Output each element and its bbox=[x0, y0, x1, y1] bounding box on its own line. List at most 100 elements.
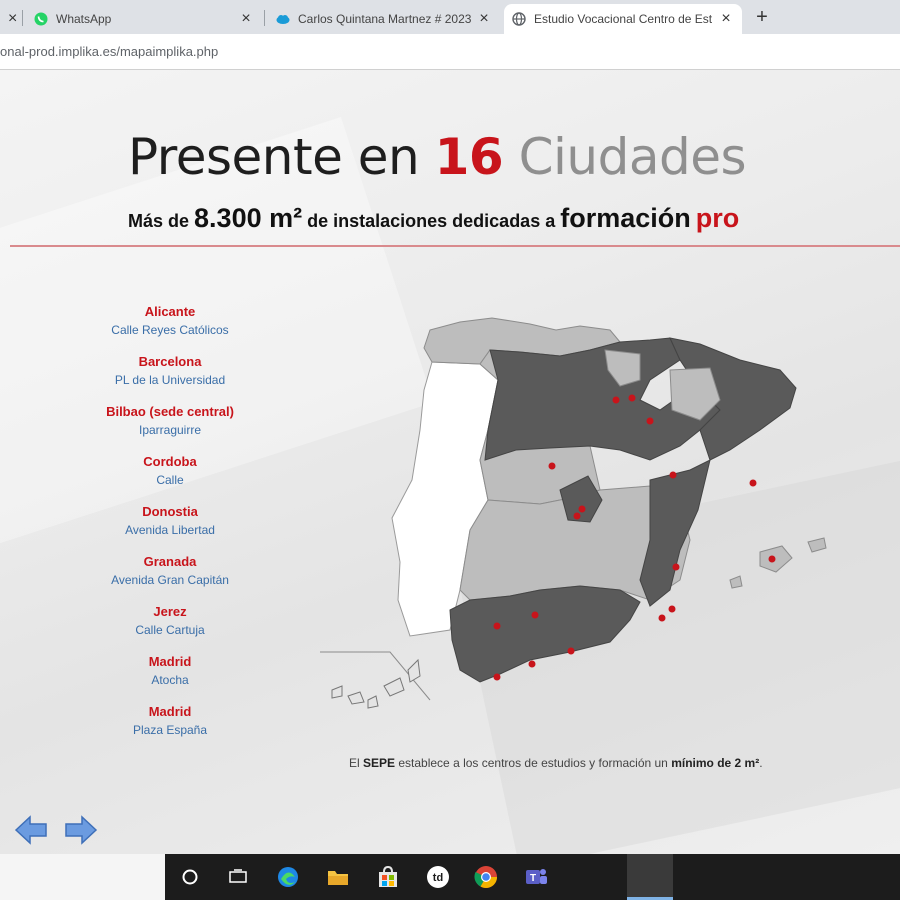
task-view-icon[interactable] bbox=[223, 862, 253, 892]
city-marker bbox=[528, 660, 536, 668]
browser-tab-strip: × WhatsApp × Carlos Quintana Martnez # 2… bbox=[0, 0, 900, 34]
city-name: Donostia bbox=[142, 504, 198, 519]
file-explorer-icon[interactable] bbox=[323, 862, 353, 892]
taskbar-icons: td T bbox=[165, 854, 900, 900]
city-item[interactable]: Jerez Calle Cartuja bbox=[60, 603, 280, 653]
cortana-icon[interactable] bbox=[175, 862, 205, 892]
active-app-highlight bbox=[627, 854, 673, 900]
city-marker bbox=[567, 647, 575, 655]
balearic-islands bbox=[807, 537, 827, 553]
td-app-icon[interactable]: td bbox=[423, 862, 453, 892]
whatsapp-icon bbox=[34, 12, 48, 26]
tab-previous-close[interactable]: × bbox=[0, 4, 20, 34]
city-marker bbox=[672, 563, 680, 571]
chrome-icon[interactable] bbox=[471, 862, 501, 892]
tab-label: WhatsApp bbox=[56, 12, 112, 26]
city-name: Cordoba bbox=[143, 454, 197, 469]
arrow-left-icon bbox=[14, 815, 47, 845]
region-dark bbox=[449, 585, 641, 683]
city-item[interactable]: Bilbao (sede central) Iparraguirre bbox=[60, 403, 280, 453]
canary-islands bbox=[331, 658, 421, 709]
taskbar: td T bbox=[0, 854, 900, 900]
city-marker bbox=[612, 396, 620, 404]
city-name: Granada bbox=[143, 554, 197, 569]
city-name: Jerez bbox=[153, 604, 187, 619]
balearic-islands bbox=[729, 575, 743, 589]
prev-arrow-button[interactable] bbox=[14, 814, 48, 846]
city-list: Alicante Calle Reyes Católicos Barcelona P… bbox=[60, 303, 280, 753]
tab-estudio-vocacional[interactable]: Estudio Vocacional Centro de Est × bbox=[504, 4, 742, 34]
city-address[interactable]: Calle Reyes Católicos bbox=[60, 321, 280, 339]
footnote-bold: mínimo de 2 m² bbox=[671, 756, 760, 770]
city-item[interactable]: Granada Avenida Gran Capitán bbox=[60, 553, 280, 603]
city-item[interactable]: Barcelona PL de la Universidad bbox=[60, 353, 280, 403]
title-prefix: Presente en bbox=[128, 128, 435, 186]
svg-text:td: td bbox=[433, 872, 443, 884]
city-marker bbox=[573, 512, 581, 520]
area-value: 8.300 m² bbox=[194, 203, 303, 233]
tab-label: Carlos Quintana Martnez # 2023 bbox=[298, 12, 472, 26]
city-marker bbox=[768, 555, 776, 563]
city-address[interactable]: Atocha bbox=[60, 671, 280, 689]
address-bar[interactable]: onal-prod.implika.es/mapaimplika.php bbox=[0, 34, 900, 70]
subtitle-word1: formación bbox=[560, 203, 691, 233]
city-marker bbox=[493, 673, 501, 681]
city-marker bbox=[548, 462, 556, 470]
arrow-right-icon bbox=[65, 815, 98, 845]
city-item[interactable]: Madrid Atocha bbox=[60, 653, 280, 703]
city-marker bbox=[668, 605, 676, 613]
close-icon[interactable]: × bbox=[718, 10, 734, 28]
city-item[interactable]: Donostia Avenida Libertad bbox=[60, 503, 280, 553]
teams-icon[interactable]: T bbox=[521, 862, 551, 892]
tab-salesforce[interactable]: Carlos Quintana Martnez # 2023 × bbox=[268, 4, 500, 34]
city-address[interactable]: Avenida Libertad bbox=[60, 521, 280, 539]
edge-browser-icon[interactable] bbox=[273, 862, 303, 892]
spain-map bbox=[320, 317, 827, 709]
title-suffix: Ciudades bbox=[503, 128, 747, 186]
city-address[interactable]: PL de la Universidad bbox=[60, 371, 280, 389]
city-marker bbox=[658, 614, 666, 622]
url-text[interactable]: onal-prod.implika.es/mapaimplika.php bbox=[0, 44, 218, 59]
city-name: Bilbao (sede central) bbox=[106, 404, 234, 419]
city-item[interactable]: Cordoba Calle bbox=[60, 453, 280, 503]
page-content: Presente en 16 Ciudades Más de 8.300 m² … bbox=[0, 70, 900, 854]
store-icon[interactable] bbox=[373, 862, 403, 892]
next-arrow-button[interactable] bbox=[64, 814, 98, 846]
footnote-bold: SEPE bbox=[363, 756, 396, 770]
close-icon[interactable]: × bbox=[476, 10, 492, 28]
city-name: Madrid bbox=[148, 654, 192, 669]
city-address[interactable]: Iparraguirre bbox=[60, 421, 280, 439]
subtitle-word2: pro bbox=[695, 203, 740, 233]
city-marker bbox=[749, 479, 757, 487]
divider bbox=[10, 245, 900, 247]
footnote-part: El bbox=[349, 756, 364, 770]
city-marker bbox=[493, 622, 501, 630]
city-marker bbox=[646, 417, 654, 425]
close-icon[interactable]: × bbox=[238, 10, 254, 28]
city-item[interactable]: Madrid Plaza España bbox=[60, 703, 280, 753]
svg-text:T: T bbox=[530, 873, 536, 884]
city-marker bbox=[669, 471, 677, 479]
city-name: Barcelona bbox=[138, 354, 202, 369]
close-icon[interactable]: × bbox=[8, 10, 17, 28]
footnote: El SEPE establece a los centros de estud… bbox=[349, 756, 763, 770]
city-address[interactable]: Plaza España bbox=[60, 721, 280, 739]
balearic-islands bbox=[759, 545, 793, 573]
city-item[interactable]: Alicante Calle Reyes Católicos bbox=[60, 303, 280, 353]
subtitle-part1: Más de bbox=[128, 211, 195, 231]
tab-label: Estudio Vocacional Centro de Est bbox=[534, 12, 713, 26]
city-address[interactable]: Avenida Gran Capitán bbox=[60, 571, 280, 589]
city-marker bbox=[531, 611, 539, 619]
taskbar-edge bbox=[0, 854, 165, 900]
city-address[interactable]: Calle bbox=[60, 471, 280, 489]
city-marker bbox=[578, 505, 586, 513]
city-name: Madrid bbox=[148, 704, 192, 719]
city-address[interactable]: Calle Cartuja bbox=[60, 621, 280, 639]
footnote-part: . bbox=[759, 756, 763, 770]
tab-whatsapp[interactable]: WhatsApp × bbox=[26, 4, 262, 34]
globe-icon bbox=[512, 12, 526, 26]
salesforce-cloud-icon bbox=[276, 15, 290, 24]
page-title: Presente en 16 Ciudades bbox=[128, 128, 747, 186]
city-count: 16 bbox=[434, 128, 504, 186]
new-tab-button[interactable]: + bbox=[752, 6, 772, 29]
